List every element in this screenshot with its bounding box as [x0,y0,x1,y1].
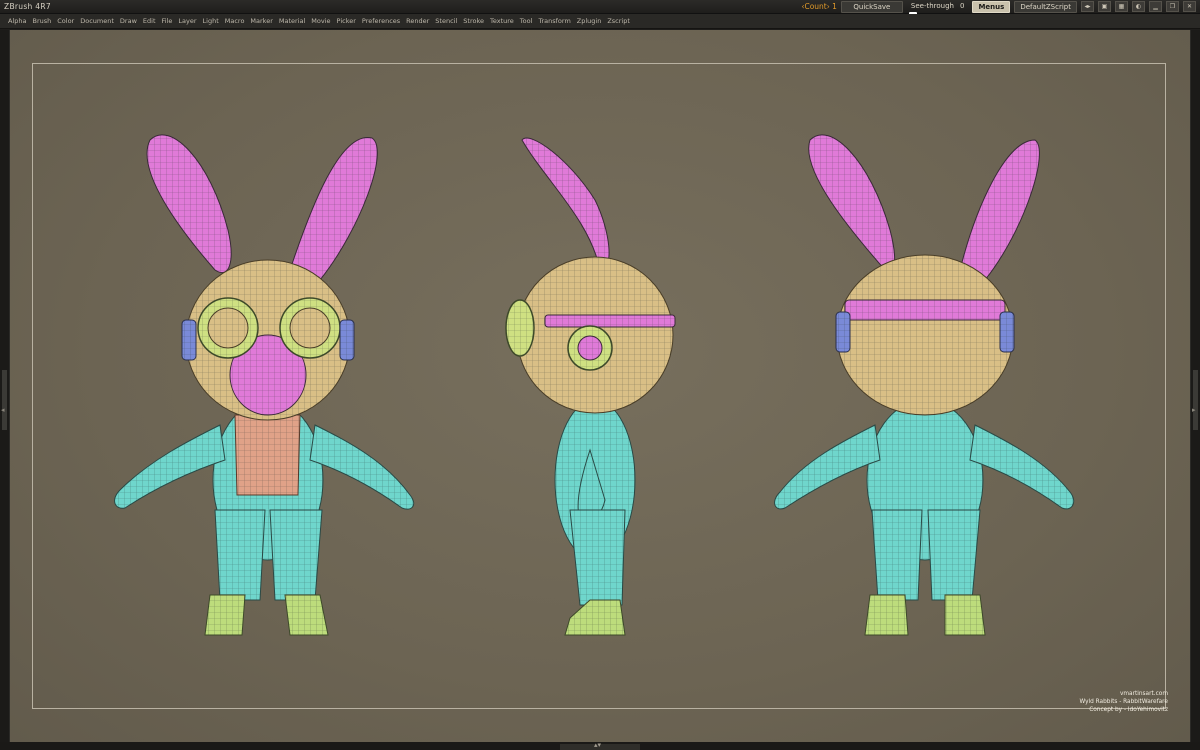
wireframe-overlay [205,595,245,635]
wireframe-overlay [208,308,248,348]
ui-layout-alt-icon[interactable]: ▦ [1115,1,1128,12]
menu-item-document[interactable]: Document [80,17,114,25]
right-tray-handle[interactable] [1193,370,1198,430]
wireframe-overlay [215,510,265,600]
menu-item-transform[interactable]: Transform [538,17,570,25]
expand-left-icon[interactable]: ◂ [1,406,5,414]
expand-right-icon[interactable]: ▸ [1192,406,1196,414]
see-through-slider[interactable]: See-through 0 [907,0,969,15]
credits-concept: Concept by - IdoYehimovitz [1089,707,1168,713]
swap-arrows-icon[interactable]: ◂▸ [1081,1,1094,12]
menu-item-light[interactable]: Light [203,17,219,25]
menu-item-movie[interactable]: Movie [311,17,330,25]
count-label: ‹Count› 1 [801,2,837,11]
menu-item-alpha[interactable]: Alpha [8,17,26,25]
menu-item-picker[interactable]: Picker [337,17,356,25]
wireframe-overlay [928,510,980,600]
wireframe-overlay [182,320,196,360]
wireframe-overlay [235,415,300,495]
wireframe-overlay [545,315,675,327]
see-through-label: See-through [910,2,954,10]
title-bar-controls: ‹Count› 1 QuickSave See-through 0 Menus D… [801,0,1196,15]
wireframe-overlay [290,308,330,348]
wireframe-overlay [578,336,602,360]
close-icon[interactable]: ✕ [1183,1,1196,12]
menu-item-marker[interactable]: Marker [250,17,272,25]
menu-item-preferences[interactable]: Preferences [362,17,400,25]
left-tray: ◂ [0,30,10,742]
menu-item-texture[interactable]: Texture [490,17,514,25]
wireframe-overlay [340,320,354,360]
menu-item-draw[interactable]: Draw [120,17,137,25]
menu-item-zscript[interactable]: Zscript [607,17,630,25]
app-title: ZBrush 4R7 [4,2,51,11]
back-view-model[interactable] [774,134,1075,636]
wireframe-overlay [114,425,225,509]
wireframe-overlay [310,425,414,510]
credits-website: vmartinsart.com [1119,691,1168,697]
menu-bar: Alpha Brush Color Document Draw Edit File Layer… [0,14,1200,29]
menu-item-edit[interactable]: Edit [143,17,156,25]
menu-item-brush[interactable]: Brush [32,17,51,25]
wireframe-overlay [836,312,850,352]
side-view-model[interactable] [505,137,676,636]
see-through-value: 0 [959,2,965,10]
menus-button[interactable]: Menus [972,0,1011,13]
wireframe-overlay [565,600,625,635]
menu-item-macro[interactable]: Macro [225,17,245,25]
default-zscript-button[interactable]: DefaultZScript [1014,0,1077,13]
document-canvas[interactable]: vmartinsart.com Wyld Rabbits - RabbitWar… [10,30,1190,742]
menu-item-stencil[interactable]: Stencil [435,17,457,25]
wireframe-overlay [837,255,1013,415]
menu-item-file[interactable]: File [162,17,173,25]
quicksave-button[interactable]: QuickSave [840,0,903,13]
wireframe-overlay [522,138,610,270]
wireframe-overlay [845,300,1005,320]
menu-item-zplugin[interactable]: Zplugin [577,17,602,25]
menu-item-tool[interactable]: Tool [520,17,533,25]
menu-item-material[interactable]: Material [279,17,305,25]
menu-item-render[interactable]: Render [406,17,429,25]
menu-item-stroke[interactable]: Stroke [463,17,484,25]
left-tray-handle[interactable] [2,370,7,430]
wireframe-overlay [872,510,922,600]
wireframe-overlay [270,510,322,600]
minimize-icon[interactable]: ▁ [1149,1,1162,12]
restore-icon[interactable]: ❐ [1166,1,1179,12]
color-palette-icon[interactable]: ◐ [1132,1,1145,12]
menu-item-layer[interactable]: Layer [178,17,196,25]
wireframe-overlay [970,425,1074,509]
credits-block: vmartinsart.com Wyld Rabbits - RabbitWar… [1079,690,1168,714]
ui-layout-icon[interactable]: ▣ [1098,1,1111,12]
menu-item-color[interactable]: Color [57,17,74,25]
credits-project: Wyld Rabbits - RabbitWarefare [1079,699,1168,705]
bottom-tray-handle[interactable]: ▴▾ [560,741,640,750]
right-tray: ▸ [1190,30,1200,742]
wireframe-overlay [506,300,534,356]
wireframe-overlay [1000,312,1014,352]
wireframe-overlay [290,137,378,280]
front-view-model[interactable] [114,134,415,636]
wireframe-overlay [774,425,880,509]
wireframe-overlay [147,134,232,273]
wireframe-overlay [945,595,985,635]
expand-bottom-icon[interactable]: ▴▾ [594,741,601,749]
title-bar: ZBrush 4R7 ‹Count› 1 QuickSave See-throu… [0,0,1200,15]
wireframe-overlay [865,595,908,635]
model-views[interactable] [10,30,1190,742]
wireframe-overlay [960,140,1040,280]
